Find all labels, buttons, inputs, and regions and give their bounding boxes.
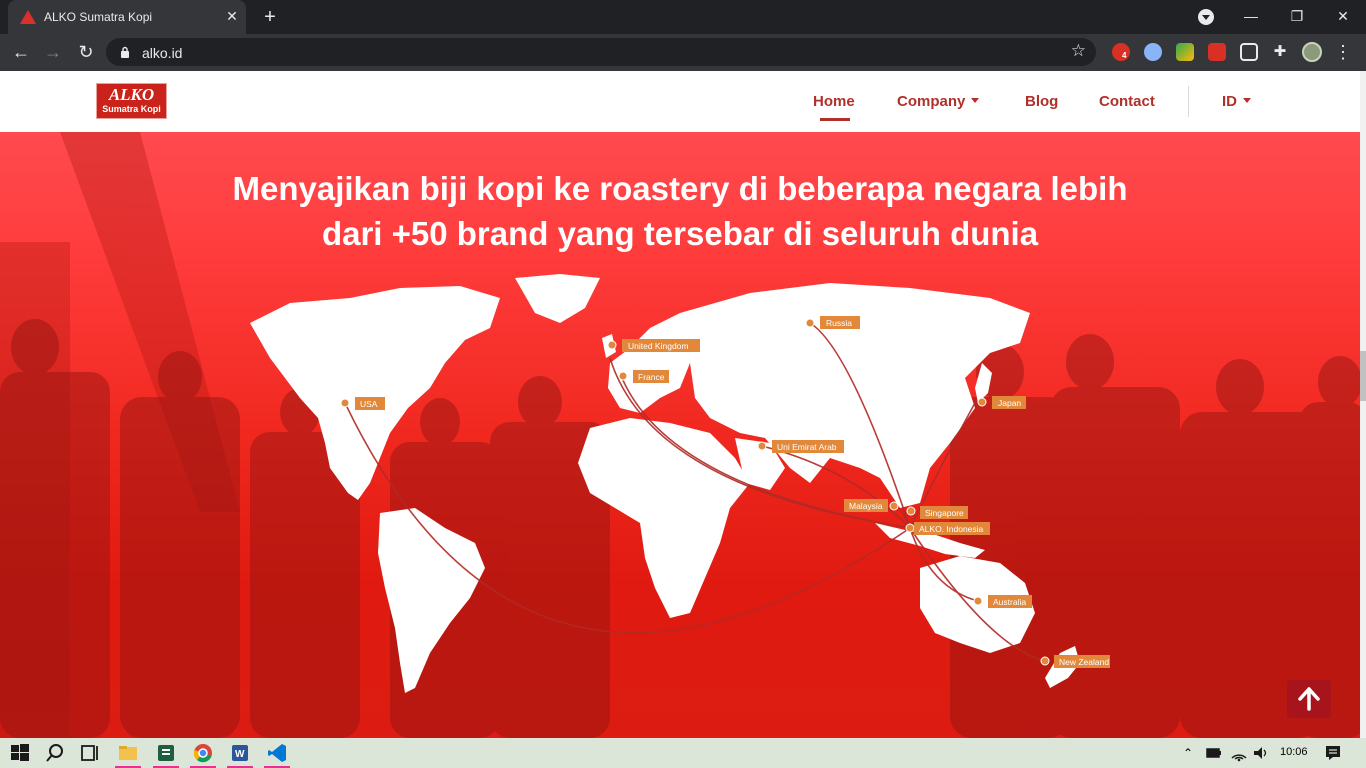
marker-indonesia: ALKO. Indonesia bbox=[905, 522, 990, 535]
web-page: ALKO Sumatra Kopi Home Company Blog Cont… bbox=[0, 71, 1366, 738]
tray-chevron-up-icon[interactable]: ⌃ bbox=[1183, 746, 1193, 760]
nav-company-label: Company bbox=[897, 93, 966, 110]
svg-text:W: W bbox=[235, 749, 245, 760]
tab-close-icon[interactable]: ✕ bbox=[224, 8, 240, 24]
nav-language-label: ID bbox=[1222, 93, 1237, 110]
label-usa: USA bbox=[360, 399, 378, 409]
alko-favicon-icon bbox=[20, 10, 36, 24]
search-icon[interactable] bbox=[44, 742, 66, 764]
profile-avatar[interactable] bbox=[1302, 42, 1322, 62]
browser-tab[interactable]: ALKO Sumatra Kopi ✕ bbox=[8, 0, 246, 34]
marker-japan: Japan bbox=[977, 396, 1026, 409]
nav-contact[interactable]: Contact bbox=[1099, 93, 1155, 110]
logo-wordmark: ALKO bbox=[108, 85, 155, 104]
battery-icon[interactable] bbox=[1205, 742, 1223, 764]
world-continents bbox=[250, 274, 1080, 693]
marker-new-zealand: New Zealand bbox=[1040, 655, 1110, 668]
label-russia: Russia bbox=[826, 318, 852, 328]
nav-language[interactable]: ID bbox=[1222, 93, 1251, 110]
lock-icon bbox=[121, 46, 129, 58]
extension-adblock-icon[interactable]: 4 bbox=[1112, 43, 1130, 61]
page-scrollbar[interactable] bbox=[1360, 71, 1366, 738]
browser-toolbar: ← → ↻ alko.id ☆ 4 ✚ ⋮ bbox=[0, 34, 1366, 71]
chrome-icon[interactable] bbox=[192, 742, 214, 764]
label-japan: Japan bbox=[998, 398, 1021, 408]
address-bar[interactable]: alko.id ☆ bbox=[106, 38, 1096, 66]
extension-window-icon[interactable] bbox=[1240, 43, 1258, 61]
hero-title-line1: Menyajikan biji kopi ke roastery di bebe… bbox=[232, 170, 1128, 207]
logo-subtitle: Sumatra Kopi bbox=[102, 104, 161, 114]
app-green-icon[interactable] bbox=[155, 742, 177, 764]
browser-menu-icon[interactable]: ⋮ bbox=[1334, 41, 1352, 63]
page-scrollbar-thumb[interactable] bbox=[1360, 351, 1366, 401]
reload-icon[interactable]: ↻ bbox=[74, 40, 98, 64]
extension-red-icon[interactable] bbox=[1208, 43, 1226, 61]
extension-green-icon[interactable] bbox=[1176, 43, 1194, 61]
hero-section: Menyajikan biji kopi ke roastery di bebe… bbox=[0, 132, 1366, 738]
minimize-icon[interactable]: — bbox=[1228, 0, 1274, 34]
browser-title-bar: ALKO Sumatra Kopi ✕ + — ❐ ✕ bbox=[0, 0, 1366, 34]
windows-start-icon[interactable] bbox=[9, 742, 31, 764]
nav-divider bbox=[1188, 86, 1189, 117]
window-close-icon[interactable]: ✕ bbox=[1320, 0, 1366, 34]
label-indonesia: ALKO. Indonesia bbox=[919, 524, 984, 534]
extension-blue-icon[interactable] bbox=[1144, 43, 1162, 61]
new-tab-icon[interactable]: + bbox=[258, 6, 282, 28]
hero-title-line2: dari +50 brand yang tersebar di seluruh … bbox=[321, 215, 1039, 252]
site-navbar: ALKO Sumatra Kopi Home Company Blog Cont… bbox=[0, 71, 1366, 132]
site-logo[interactable]: ALKO Sumatra Kopi bbox=[96, 83, 167, 119]
label-france: France bbox=[638, 372, 665, 382]
vscode-icon[interactable] bbox=[266, 742, 288, 764]
word-icon[interactable]: W bbox=[229, 742, 251, 764]
scroll-to-top-button[interactable] bbox=[1287, 680, 1331, 718]
url-text: alko.id bbox=[142, 45, 183, 61]
bookmark-star-icon[interactable]: ☆ bbox=[1071, 41, 1086, 61]
tab-title: ALKO Sumatra Kopi bbox=[44, 10, 153, 24]
extension-badge: 4 bbox=[1122, 51, 1127, 60]
chevron-down-icon bbox=[1243, 97, 1251, 103]
notifications-icon[interactable] bbox=[1323, 742, 1343, 764]
nav-company[interactable]: Company bbox=[897, 93, 980, 110]
file-explorer-icon[interactable] bbox=[117, 742, 139, 764]
forward-icon[interactable]: → bbox=[41, 40, 65, 64]
extensions-puzzle-icon[interactable]: ✚ bbox=[1271, 43, 1289, 61]
wifi-icon[interactable] bbox=[1230, 742, 1248, 764]
hero-title: Menyajikan biji kopi ke roastery di bebe… bbox=[160, 166, 1200, 256]
label-new-zealand: New Zealand bbox=[1059, 657, 1109, 667]
clock[interactable]: 10:06 bbox=[1280, 746, 1308, 758]
label-malaysia: Malaysia bbox=[849, 501, 883, 511]
label-uae: Uni Emirat Arab bbox=[777, 442, 837, 452]
arrow-up-icon bbox=[1298, 687, 1320, 711]
windows-taskbar: W ⌃ 10:06 bbox=[0, 738, 1366, 768]
label-australia: Australia bbox=[993, 597, 1026, 607]
label-united-kingdom: United Kingdom bbox=[628, 341, 688, 351]
volume-icon[interactable] bbox=[1252, 742, 1270, 764]
marker-united-kingdom: United Kingdom bbox=[607, 339, 700, 352]
nav-blog[interactable]: Blog bbox=[1025, 93, 1058, 110]
tab-search-icon[interactable] bbox=[1198, 9, 1214, 25]
nav-active-indicator bbox=[820, 118, 850, 121]
task-view-icon[interactable] bbox=[79, 742, 101, 764]
label-singapore: Singapore bbox=[925, 508, 964, 518]
maximize-icon[interactable]: ❐ bbox=[1274, 0, 1320, 34]
back-icon[interactable]: ← bbox=[9, 40, 33, 64]
nav-home[interactable]: Home bbox=[813, 93, 855, 110]
chevron-down-icon bbox=[971, 97, 980, 103]
world-distribution-map: Russia United Kingdom France USA Japan U… bbox=[250, 274, 1110, 693]
